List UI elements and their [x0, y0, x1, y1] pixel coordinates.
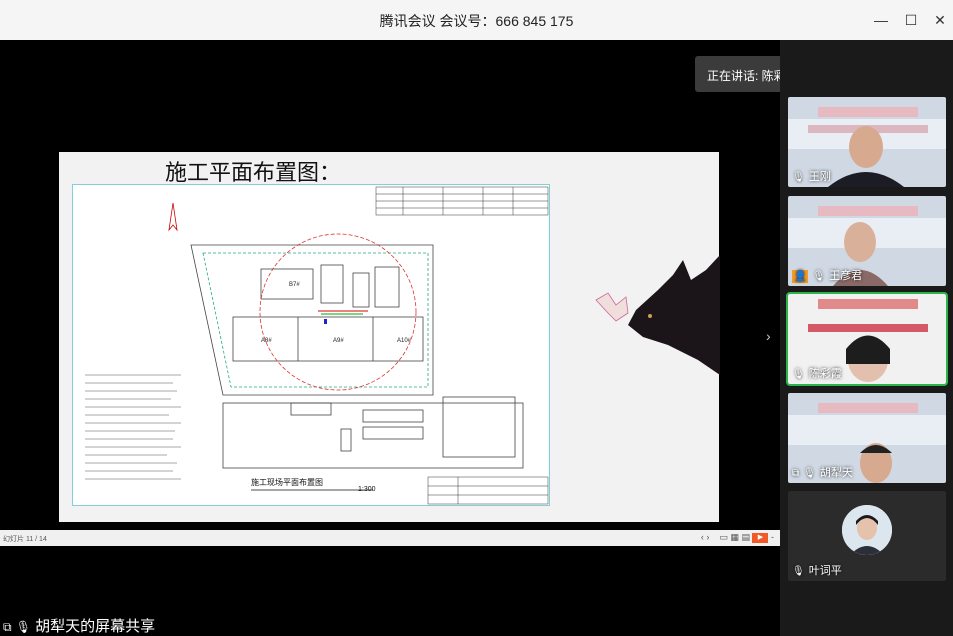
- microphone-icon: 🎙: [15, 620, 31, 634]
- microphone-icon: 🎙: [792, 566, 805, 577]
- prev-slide-icon[interactable]: ‹: [701, 532, 704, 542]
- participants-panel: 🎙 王刚 👤 🎙 王彦君 🎙 陈彩霞 ⧉ 🎙 胡犁天 🎙 叶词平: [780, 40, 953, 636]
- title-bar: 腾讯会议 会议号：666 845 175 — ☐ ✕: [0, 0, 953, 40]
- shared-screen: 施工平面布置图： B7# A8# A9# A10# 施工现场平面布置图 1:30…: [0, 40, 780, 636]
- maximize-icon[interactable]: ☐: [903, 12, 919, 28]
- avatar: [842, 505, 892, 555]
- share-owner-text: 胡犁天的屏幕共享: [35, 618, 156, 635]
- view-grid-icon[interactable]: ▦: [730, 532, 739, 542]
- screen-share-label: ⧉ 🎙 胡犁天的屏幕共享: [3, 615, 155, 636]
- participant-tile[interactable]: 👤 🎙 王彦君: [788, 196, 946, 286]
- slide-title: 施工平面布置图：: [165, 161, 342, 186]
- microphone-icon: 🎙: [792, 369, 805, 380]
- close-icon[interactable]: ✕: [932, 12, 948, 28]
- site-plan-svg: B7# A8# A9# A10# 施工现场平面布置图 1:300: [85, 186, 549, 505]
- participant-name: 🎙 王刚: [792, 171, 831, 183]
- participant-name: ⧉ 🎙 胡犁天: [792, 467, 853, 479]
- site-plan-drawing: B7# A8# A9# A10# 施工现场平面布置图 1:300: [72, 184, 550, 506]
- participant-tile[interactable]: 🎙 叶词平: [788, 491, 946, 581]
- slideshow-play-icon[interactable]: ▶: [752, 532, 769, 543]
- presentation-status-bar: 幻灯片 11 / 14 ‹ › ▭ ▦ ▤ ▶ -: [0, 530, 780, 546]
- chevron-right-icon[interactable]: ›: [766, 328, 771, 344]
- microphone-icon: 🎙: [812, 271, 826, 282]
- view-reading-icon[interactable]: ▤: [741, 532, 750, 542]
- participant-tile[interactable]: 🎙 王刚: [788, 97, 946, 187]
- zoom-minus-icon[interactable]: -: [771, 532, 774, 542]
- screen-share-icon: ⧉: [3, 620, 12, 634]
- participant-name: 👤 🎙 王彦君: [792, 270, 863, 283]
- drawing-caption: 施工现场平面布置图: [251, 477, 323, 487]
- next-slide-icon[interactable]: ›: [706, 532, 709, 542]
- drawing-scale: 1:300: [358, 486, 376, 493]
- user-icon: 👤: [792, 270, 809, 283]
- minimize-icon[interactable]: —: [873, 12, 889, 28]
- participant-tile[interactable]: ⧉ 🎙 胡犁天: [788, 393, 946, 483]
- presentation-controls: ‹ › ▭ ▦ ▤ ▶ -: [701, 532, 774, 543]
- view-normal-icon[interactable]: ▭: [719, 532, 728, 542]
- slide-counter: 幻灯片 11 / 14: [3, 536, 47, 543]
- microphone-icon: 🎙: [792, 172, 805, 183]
- building-label: B7#: [289, 282, 300, 288]
- participant-tile-active[interactable]: 🎙 陈彩霞: [786, 292, 948, 386]
- participant-name: 🎙 陈彩霞: [792, 368, 842, 380]
- building-label: A9#: [333, 338, 344, 344]
- microphone-icon: 🎙: [803, 468, 816, 479]
- screen-share-icon: ⧉: [792, 468, 800, 479]
- window-title: 腾讯会议 会议号：666 845 175: [379, 13, 574, 29]
- cat-butterfly-sticker: [595, 255, 720, 375]
- participant-name: 🎙 叶词平: [792, 565, 842, 577]
